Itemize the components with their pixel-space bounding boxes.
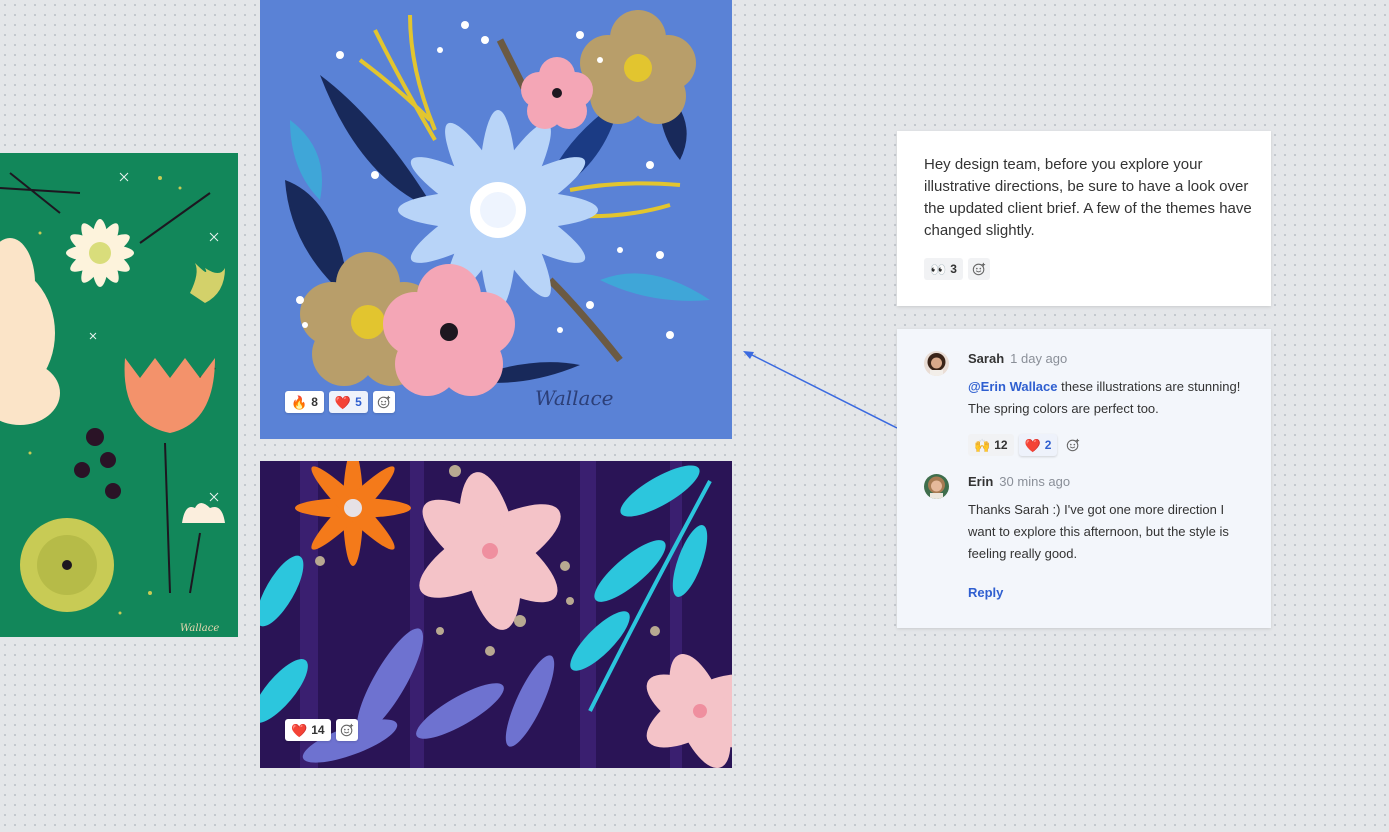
blue-art-watermark: Wallace: [535, 386, 614, 410]
add-reaction-button[interactable]: [1062, 434, 1084, 456]
comment-body: @Erin Wallace these illustrations are st…: [968, 376, 1248, 420]
comment-thread: Sarah 1 day ago @Erin Wallace these illus…: [897, 329, 1271, 628]
heart-emoji-icon: ❤️: [291, 722, 308, 738]
heart-emoji-icon: ❤️: [1024, 437, 1041, 453]
reaction-chip-heart[interactable]: ❤️ 5: [328, 391, 368, 413]
avatar[interactable]: [924, 474, 949, 499]
reaction-count: 2: [1044, 438, 1052, 452]
artwork-purple-florals[interactable]: ❤️ 14: [260, 461, 732, 768]
comment-time: 1 day ago: [1010, 351, 1068, 366]
fire-emoji-icon: 🔥: [291, 394, 308, 410]
eyes-emoji-icon: 👀: [930, 261, 947, 277]
reaction-chip-fire[interactable]: 🔥 8: [285, 391, 324, 413]
note-reactions: 👀 3: [924, 258, 990, 280]
artwork-green-florals[interactable]: Wallace: [0, 153, 238, 637]
reaction-count: 12: [994, 438, 1008, 452]
comment-time: 30 mins ago: [999, 474, 1071, 489]
reaction-count: 5: [355, 395, 362, 409]
reaction-count: 3: [950, 262, 957, 276]
comment-reactions: 🙌 12 ❤️ 2: [968, 434, 1084, 456]
reaction-count: 8: [311, 395, 318, 409]
green-art-watermark: Wallace: [180, 623, 219, 634]
reaction-count: 14: [311, 723, 325, 737]
add-reaction-button[interactable]: [372, 391, 395, 413]
raised-hands-emoji-icon: 🙌: [974, 437, 991, 453]
add-reaction-icon: [377, 395, 390, 409]
reaction-chip-raised-hands[interactable]: 🙌 12: [968, 434, 1014, 456]
add-reaction-button[interactable]: [335, 719, 358, 741]
blue-art-reactions: 🔥 8 ❤️ 5: [285, 391, 395, 413]
comment-author: Erin: [968, 474, 994, 489]
add-reaction-icon: [340, 723, 353, 737]
heart-emoji-icon: ❤️: [334, 394, 352, 410]
reaction-chip-heart[interactable]: ❤️ 2: [1018, 434, 1058, 456]
artwork-blue-florals[interactable]: Wallace 🔥 8 ❤️ 5: [260, 0, 732, 439]
reply-button[interactable]: Reply: [968, 585, 1003, 600]
add-reaction-icon: [1067, 438, 1080, 452]
comment-author: Sarah: [968, 351, 1005, 366]
comment-body: Thanks Sarah :) I've got one more direct…: [968, 502, 1229, 561]
add-reaction-button[interactable]: [967, 258, 990, 280]
mention-link[interactable]: @Erin Wallace: [968, 379, 1058, 394]
add-reaction-icon: [972, 262, 985, 276]
purple-art-reactions: ❤️ 14: [285, 719, 358, 741]
note-card[interactable]: Hey design team, before you explore your…: [897, 131, 1271, 306]
note-text: Hey design team, before you explore your…: [924, 156, 1252, 239]
reaction-chip-heart[interactable]: ❤️ 14: [285, 719, 331, 741]
reaction-chip-eyes[interactable]: 👀 3: [924, 258, 963, 280]
avatar[interactable]: [924, 351, 949, 376]
